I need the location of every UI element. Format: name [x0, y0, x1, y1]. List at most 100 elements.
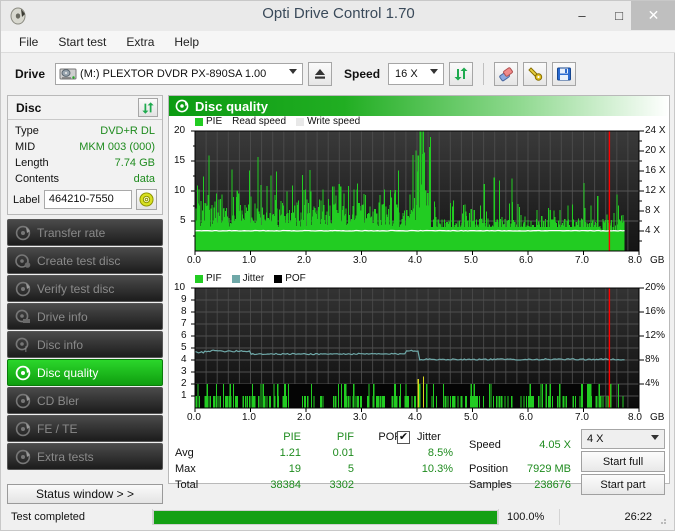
legend-swatch-jitter — [231, 274, 240, 283]
stats-header-pif: PIF — [336, 431, 354, 443]
disc-quality-panel: Disc quality PIE Read speed Write speed — [168, 95, 670, 495]
pie-xtick-1: 1.0 — [242, 255, 256, 266]
disc-label-button[interactable] — [135, 189, 157, 210]
start-full-button[interactable]: Start full — [581, 451, 665, 472]
minimize-button[interactable]: – — [563, 1, 601, 30]
progress-percent: 100.0% — [507, 511, 545, 523]
disc-panel-header: Disc — [8, 96, 162, 120]
pif-ytick-7: 7 — [181, 318, 187, 329]
pif-ytick-10: 10 — [174, 282, 186, 293]
disc-row-contents-value: data — [133, 173, 155, 185]
pie-xlabel: GB — [650, 255, 665, 266]
pif-chart: PIF Jitter POF 10 9 8 7 6 5 4 3 2 1 20% … — [169, 273, 669, 428]
menu-help[interactable]: Help — [166, 33, 207, 51]
application-window: Opti Drive Control 1.70 – □ ✕ File Start… — [0, 0, 675, 531]
jitter-checkbox[interactable]: ✔ — [397, 431, 410, 444]
disc-refresh-button[interactable] — [138, 98, 158, 117]
pif-ytick-4: 4 — [181, 354, 187, 365]
stats-row-label-avg: Avg — [175, 447, 194, 459]
stats-jitter-avg: 8.5% — [427, 447, 453, 459]
stats-pie-max: 19 — [288, 463, 301, 475]
eject-button[interactable] — [308, 62, 333, 86]
start-part-button[interactable]: Start part — [581, 474, 665, 495]
disc-row-contents: Contents data — [8, 171, 162, 187]
drive-info-icon — [15, 309, 31, 325]
progress-bar-fill — [154, 510, 497, 524]
sidebar-item-extra-tests[interactable]: Extra tests — [7, 443, 163, 470]
pif-ytick-6: 6 — [181, 330, 187, 341]
sidebar-item-drive-info[interactable]: Drive info — [7, 303, 163, 330]
sidebar-item-label: Create test disc — [37, 253, 121, 268]
title-bar: Opti Drive Control 1.70 – □ ✕ — [1, 1, 675, 31]
disc-row-length-key: Length — [15, 157, 49, 169]
menu-extra[interactable]: Extra — [118, 33, 162, 51]
stats-samples-value: 238676 — [534, 479, 571, 491]
sidebar-item-label: CD Bler — [37, 393, 80, 408]
pie-xtick-2: 2.0 — [297, 255, 311, 266]
pie-xtick-4: 4.0 — [408, 255, 422, 266]
sidebar-item-create-test-disc[interactable]: Create test disc — [7, 247, 163, 274]
pif-y2tick-16pct: 16% — [645, 306, 666, 317]
close-button[interactable]: ✕ — [631, 1, 675, 30]
stats-row-label-max: Max — [175, 463, 196, 475]
pie-xtick-3: 3.0 — [353, 255, 367, 266]
legend-label-write-speed: Write speed — [307, 116, 361, 127]
speed-select[interactable]: 16 X — [388, 63, 445, 85]
pie-xtick-7: 7.0 — [575, 255, 589, 266]
erase-button[interactable] — [494, 62, 519, 86]
drive-select-value: (M:) PLEXTOR DVDR PX-890SA 1.00 — [80, 68, 267, 80]
legend-swatch-write-speed — [296, 117, 305, 126]
sidebar-item-label: Extra tests — [37, 449, 94, 464]
drive-select[interactable]: (M:) PLEXTOR DVDR PX-890SA 1.00 — [55, 63, 304, 85]
pif-ytick-2: 2 — [181, 378, 187, 389]
sidebar-item-label: Transfer rate — [37, 225, 106, 240]
eraser-icon — [498, 66, 514, 82]
test-speed-value: 4 X — [587, 433, 604, 445]
disc-quality-icon — [15, 365, 31, 381]
sidebar-item-disc-info[interactable]: i Disc info — [7, 331, 163, 358]
save-button[interactable] — [552, 62, 577, 86]
toolbar-divider — [483, 63, 485, 85]
sidebar-item-cd-bler[interactable]: CD Bler — [7, 387, 163, 414]
menu-bar: File Start test Extra Help — [1, 31, 675, 53]
sidebar-item-fe-te[interactable]: FE / TE — [7, 415, 163, 442]
speed-select-value: 16 X — [395, 68, 418, 80]
stats-pif-avg: 0.01 — [332, 447, 354, 459]
stats-pie-total: 38384 — [270, 479, 301, 491]
pie-xtick-5: 5.0 — [464, 255, 478, 266]
sidebar-item-verify-test-disc[interactable]: Verify test disc — [7, 275, 163, 302]
pie-chart-legend: PIE Read speed Write speed — [195, 116, 367, 127]
disc-bler-icon — [15, 393, 31, 409]
disc-row-type: Type DVD+R DL — [8, 123, 162, 139]
disc-row-contents-key: Contents — [15, 173, 60, 185]
pie-y2tick-20x: 20 X — [645, 145, 666, 156]
sidebar-item-label: Disc quality — [37, 365, 99, 380]
status-window-button[interactable]: Status window > > — [7, 484, 163, 504]
test-speed-select[interactable]: 4 X — [581, 429, 665, 449]
legend-label-pif: PIF — [206, 273, 222, 284]
sidebar-nav: Transfer rate Create test disc Verify te… — [7, 219, 163, 471]
svg-text:i: i — [25, 345, 27, 353]
tools-button[interactable] — [523, 62, 548, 86]
pif-xtick-7: 7.0 — [575, 412, 589, 423]
sidebar-item-disc-quality[interactable]: Disc quality — [7, 359, 163, 386]
pif-xtick-2: 2.0 — [297, 412, 311, 423]
pie-xtick-8: 8.0 — [628, 255, 642, 266]
disc-label-input[interactable]: 464210-7550 — [43, 190, 132, 209]
pie-y2tick-12x: 12 X — [645, 185, 666, 196]
sidebar-item-label: Disc info — [37, 337, 84, 352]
resize-grip-icon[interactable] — [657, 515, 667, 525]
pif-chart-legend: PIF Jitter POF — [195, 273, 313, 284]
menu-file[interactable]: File — [11, 33, 46, 51]
chevron-down-icon — [289, 69, 298, 74]
page-title: Disc quality — [195, 98, 268, 114]
pif-xtick-1: 1.0 — [242, 412, 256, 423]
eject-icon — [313, 68, 327, 80]
sidebar-item-transfer-rate[interactable]: Transfer rate — [7, 219, 163, 246]
disc-row-mid-key: MID — [15, 141, 36, 153]
pif-xlabel: GB — [650, 412, 665, 423]
menu-start-test[interactable]: Start test — [50, 33, 114, 51]
stats-panel: PIE PIF POF ✔ Jitter Avg Max Total 1.21 … — [169, 429, 669, 495]
pif-ytick-1: 1 — [181, 390, 187, 401]
refresh-button[interactable] — [449, 62, 474, 86]
